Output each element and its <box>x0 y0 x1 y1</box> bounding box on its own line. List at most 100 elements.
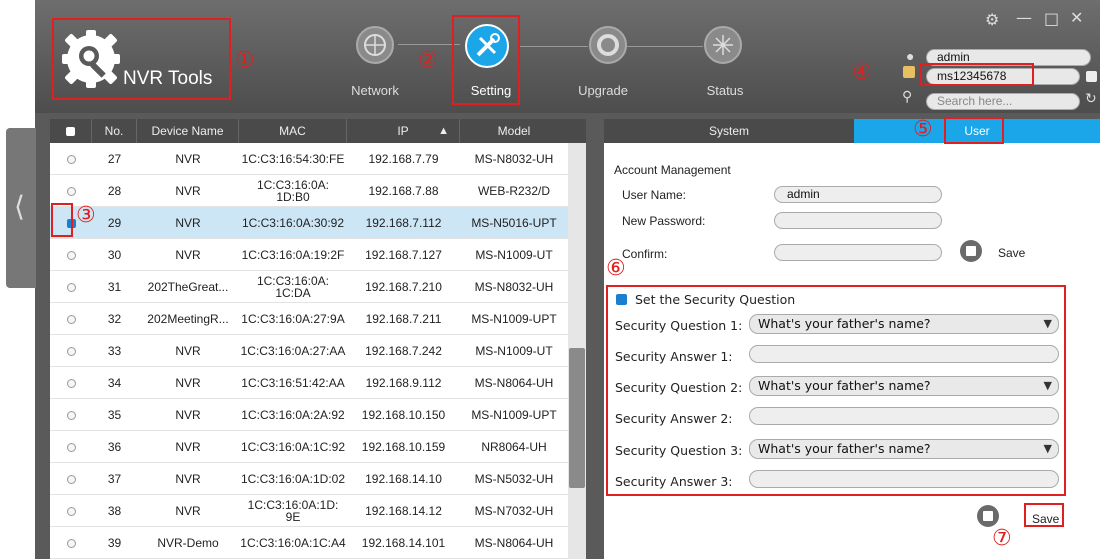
row-checkbox-cell[interactable] <box>50 495 92 527</box>
table-row[interactable]: 37 NVR 1C:C3:16:0A:1D:02 192.168.14.10 MS-N5… <box>50 463 568 495</box>
step-upgrade-label[interactable]: Upgrade <box>568 83 638 98</box>
tab-system[interactable]: System <box>604 119 854 143</box>
table-row[interactable]: 31 202TheGreat... 1C:C3:16:0A: 1C:DA 192.16… <box>50 271 568 303</box>
table-row[interactable]: 29 NVR 1C:C3:16:0A:30:92 192.168.7.112 MS-N5… <box>50 207 568 239</box>
table-row[interactable]: 39 NVR-Demo 1C:C3:16:0A:1C:A4 192.168.14.10… <box>50 527 568 559</box>
cell-model: MS-N8064-UH <box>474 376 554 390</box>
row-checkbox-cell[interactable] <box>50 367 92 399</box>
account-save-button[interactable]: Save <box>998 246 1025 260</box>
row-checkbox[interactable] <box>66 506 76 516</box>
row-checkbox[interactable] <box>66 378 76 388</box>
row-checkbox[interactable] <box>66 538 76 548</box>
cell-ip: 192.168.7.242 <box>365 344 442 358</box>
step-status-label[interactable]: Status <box>690 83 760 98</box>
cell-ip: 192.168.14.10 <box>365 472 442 486</box>
scrollbar-thumb[interactable] <box>569 348 585 488</box>
minimize-icon[interactable]: — <box>1016 8 1032 27</box>
cell-model: MS-N1009-UT <box>475 248 553 262</box>
security-question-1-select[interactable]: What's your father's name? ▼ <box>749 314 1059 334</box>
new-password-field[interactable] <box>774 212 942 229</box>
table-row[interactable]: 35 NVR 1C:C3:16:0A:2A:92 192.168.10.150 MS-N… <box>50 399 568 431</box>
row-checkbox[interactable] <box>66 282 76 292</box>
row-checkbox[interactable] <box>66 250 76 260</box>
annotation-box-password <box>920 63 1034 86</box>
row-checkbox[interactable] <box>66 474 76 484</box>
refresh-icon[interactable]: ↻ <box>1085 90 1097 107</box>
row-checkbox-cell[interactable] <box>50 463 92 495</box>
table-row[interactable]: 36 NVR 1C:C3:16:0A:1C:92 192.168.10.159 NR80… <box>50 431 568 463</box>
row-checkbox-cell[interactable] <box>50 399 92 431</box>
row-checkbox[interactable] <box>66 346 76 356</box>
table-row[interactable]: 28 NVR 1C:C3:16:0A: 1D:B0 192.168.7.88 WEB-R… <box>50 175 568 207</box>
cell-mac: 1C:C3:16:0A:30:92 <box>241 216 345 230</box>
cell-name: NVR <box>175 504 201 518</box>
row-checkbox-cell[interactable] <box>50 271 92 303</box>
column-header-no[interactable]: No. <box>92 119 137 143</box>
cell-name: 202TheGreat... <box>147 280 229 294</box>
security-checkbox[interactable] <box>616 294 627 305</box>
row-checkbox[interactable] <box>66 186 76 196</box>
cell-no: 27 <box>107 152 122 166</box>
save-icon[interactable] <box>960 240 982 262</box>
settings-gear-icon[interactable]: ⚙ <box>985 10 999 29</box>
collapse-handle[interactable]: ⟨ <box>6 128 36 288</box>
row-checkbox-cell[interactable] <box>50 143 92 175</box>
security-question-3-label: Security Question 3: <box>615 443 743 458</box>
security-answer-3-field[interactable] <box>749 470 1059 488</box>
new-password-label: New Password: <box>622 214 706 228</box>
cell-model: NR8064-UH <box>481 440 547 454</box>
cell-mac: 1C:C3:16:0A:27:AA <box>240 344 346 358</box>
search-icon: ⚲ <box>902 88 913 104</box>
annotation-box-user-tab <box>944 117 1004 144</box>
row-checkbox-cell[interactable] <box>50 335 92 367</box>
column-header-mac[interactable]: MAC <box>239 119 347 143</box>
step-network-label[interactable]: Network <box>340 83 410 98</box>
column-header-device-name[interactable]: Device Name <box>137 119 239 143</box>
row-checkbox[interactable] <box>66 410 76 420</box>
row-checkbox[interactable] <box>66 314 76 324</box>
table-row[interactable]: 34 NVR 1C:C3:16:51:42:AA 192.168.9.112 MS-N8… <box>50 367 568 399</box>
save-icon[interactable] <box>977 505 999 527</box>
table-row[interactable]: 27 NVR 1C:C3:16:54:30:FE 192.168.7.79 MS-N80… <box>50 143 568 175</box>
maximize-icon[interactable]: □ <box>1044 9 1059 28</box>
search-input[interactable]: Search here... <box>926 93 1080 110</box>
security-answer-1-field[interactable] <box>749 345 1059 363</box>
row-checkbox-cell[interactable] <box>50 239 92 271</box>
security-answer-2-field[interactable] <box>749 407 1059 425</box>
user-name-field[interactable]: admin <box>774 186 942 203</box>
table-row[interactable]: 33 NVR 1C:C3:16:0A:27:AA 192.168.7.242 MS-N1… <box>50 335 568 367</box>
cell-mac: 1C:C3:16:0A:1D:02 <box>240 472 346 486</box>
cell-name: NVR <box>175 472 201 486</box>
security-question-3-value: What's your father's name? <box>758 441 931 456</box>
row-checkbox-cell[interactable] <box>50 431 92 463</box>
cell-name: NVR <box>175 376 201 390</box>
cell-name: NVR <box>175 440 201 454</box>
select-all-checkbox[interactable] <box>50 119 92 143</box>
annotation-number-3: ③ <box>76 203 96 228</box>
row-checkbox-cell[interactable] <box>50 527 92 559</box>
cell-model: MS-N5016-UPT <box>471 216 557 230</box>
row-checkbox[interactable] <box>66 442 76 452</box>
confirm-password-field[interactable] <box>774 244 942 261</box>
table-row[interactable]: 38 NVR 1C:C3:16:0A:1D: 9E 192.168.14.12 MS-N… <box>50 495 568 527</box>
annotation-number-5: ⑤ <box>913 117 933 142</box>
row-checkbox-cell[interactable] <box>50 303 92 335</box>
cell-no: 28 <box>107 184 122 198</box>
close-icon[interactable]: ✕ <box>1070 8 1083 27</box>
remember-checkbox[interactable] <box>1086 71 1097 82</box>
table-row[interactable]: 30 NVR 1C:C3:16:0A:19:2F 192.168.7.127 MS-N1… <box>50 239 568 271</box>
security-question-2-select[interactable]: What's your father's name? ▼ <box>749 376 1059 396</box>
row-checkbox[interactable] <box>66 154 76 164</box>
security-question-3-select[interactable]: What's your father's name? ▼ <box>749 439 1059 459</box>
upgrade-icon[interactable] <box>589 26 627 64</box>
cell-no: 30 <box>107 248 122 262</box>
cell-no: 39 <box>107 536 122 550</box>
annotation-box-setting <box>452 15 520 105</box>
column-header-model[interactable]: Model <box>460 119 568 143</box>
table-row[interactable]: 32 202MeetingR... 1C:C3:16:0A:27:9A 192.168… <box>50 303 568 335</box>
security-answer-3-label: Security Answer 3: <box>615 474 733 489</box>
cell-name: NVR <box>175 344 201 358</box>
column-header-ip[interactable]: IP ▲ <box>347 119 460 143</box>
network-icon[interactable] <box>356 26 394 64</box>
status-icon[interactable] <box>704 26 742 64</box>
